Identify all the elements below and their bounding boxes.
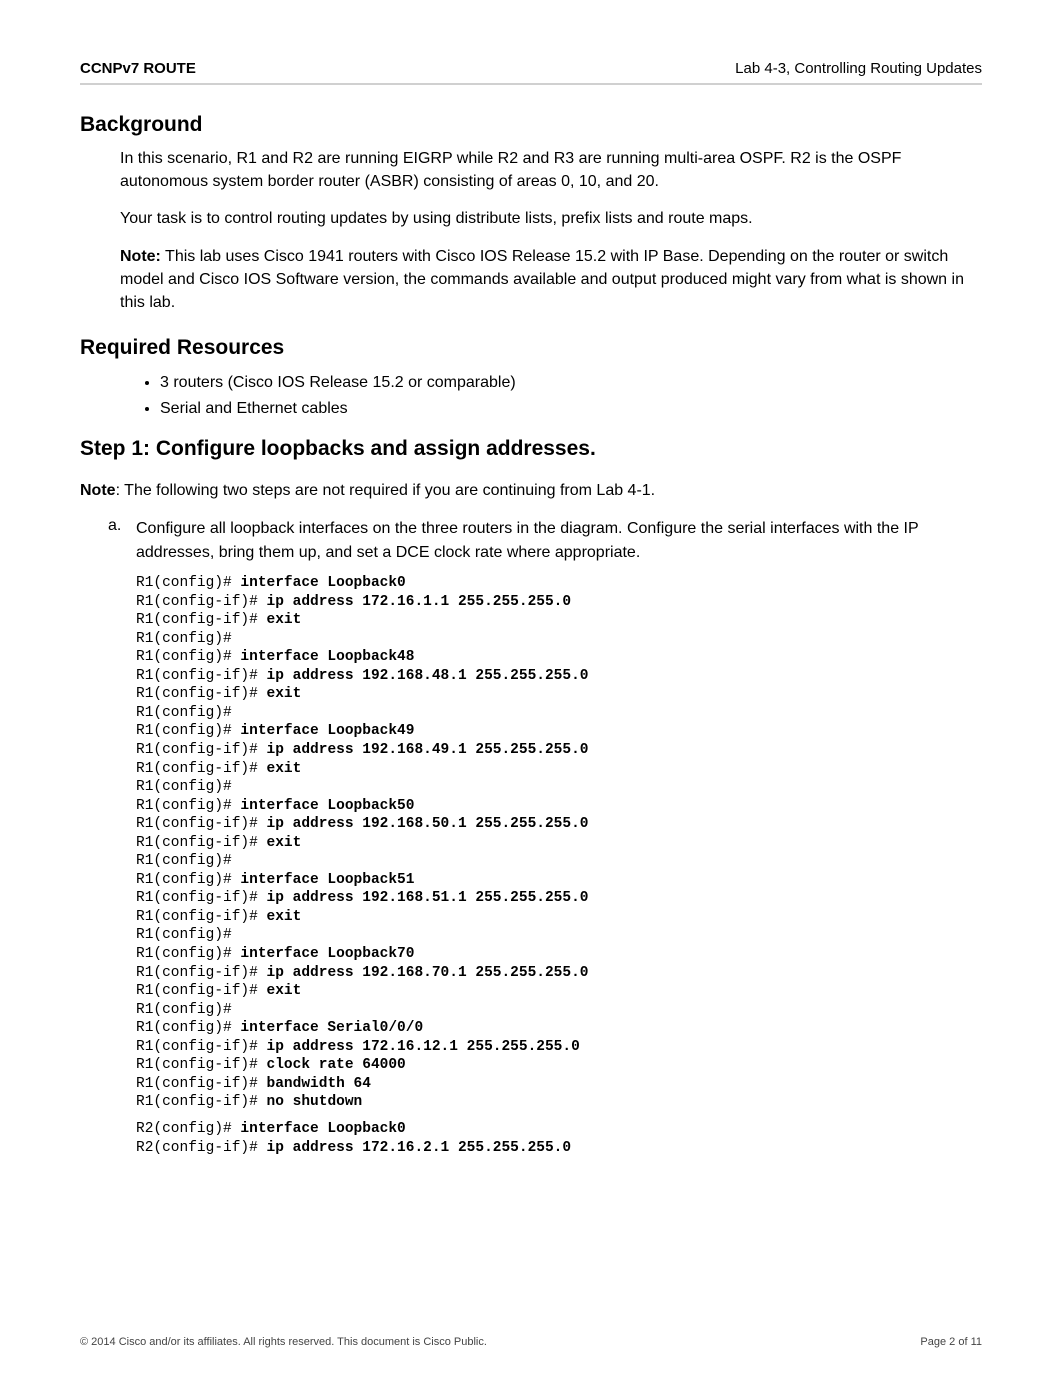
code-block-r1: R1(config)# interface Loopback0R1(config… bbox=[136, 574, 982, 1112]
step1-note-text: : The following two steps are not requir… bbox=[116, 482, 656, 499]
header: CCNPv7 ROUTE Lab 4-3, Controlling Routin… bbox=[80, 60, 982, 85]
resources-list: 3 routers (Cisco IOS Release 15.2 or com… bbox=[140, 370, 982, 421]
background-note: Note: This lab uses Cisco 1941 routers w… bbox=[120, 245, 982, 315]
note-text: This lab uses Cisco 1941 routers with Ci… bbox=[120, 248, 964, 311]
footer: © 2014 Cisco and/or its affiliates. All … bbox=[80, 1336, 982, 1348]
resources-heading: Required Resources bbox=[80, 336, 982, 360]
header-left: CCNPv7 ROUTE bbox=[80, 60, 196, 77]
resource-item: 3 routers (Cisco IOS Release 15.2 or com… bbox=[160, 370, 982, 396]
substep-letter: a. bbox=[108, 517, 136, 567]
substep-text: Configure all loopback interfaces on the… bbox=[136, 517, 982, 567]
step1-note-label: Note bbox=[80, 482, 116, 499]
code-block-r2: R2(config)# interface Loopback0R2(config… bbox=[136, 1120, 982, 1157]
footer-page: Page 2 of 11 bbox=[920, 1336, 982, 1348]
resource-item: Serial and Ethernet cables bbox=[160, 396, 982, 422]
background-p2: Your task is to control routing updates … bbox=[120, 207, 982, 230]
background-heading: Background bbox=[80, 113, 982, 137]
step1-note: Note: The following two steps are not re… bbox=[80, 479, 982, 502]
step1-heading: Step 1: Configure loopbacks and assign a… bbox=[80, 437, 982, 461]
header-right: Lab 4-3, Controlling Routing Updates bbox=[735, 60, 982, 77]
note-label: Note: bbox=[120, 248, 161, 265]
substep-a: a. Configure all loopback interfaces on … bbox=[108, 517, 982, 567]
background-p1: In this scenario, R1 and R2 are running … bbox=[120, 147, 982, 193]
footer-copyright: © 2014 Cisco and/or its affiliates. All … bbox=[80, 1336, 487, 1348]
